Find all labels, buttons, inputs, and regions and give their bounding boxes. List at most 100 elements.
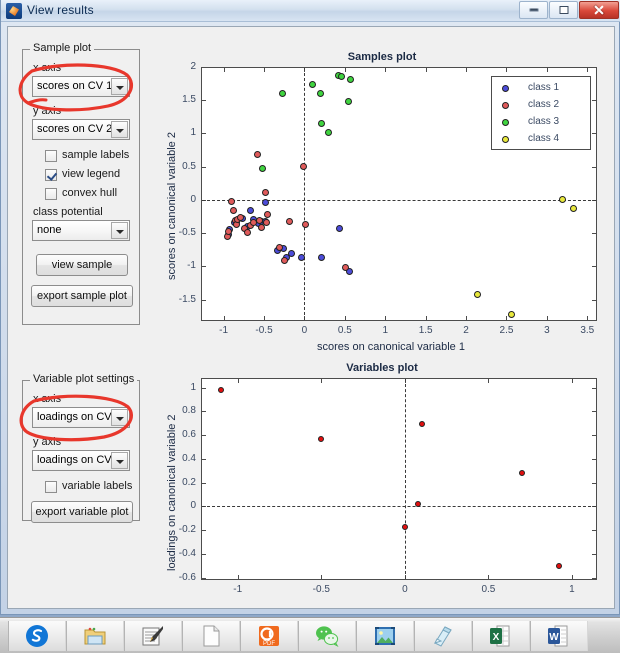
excel-icon: X xyxy=(489,624,513,648)
x-tick-mark xyxy=(237,575,239,580)
x-tick-label: 1.5 xyxy=(418,325,433,336)
chevron-down-icon[interactable] xyxy=(111,222,128,239)
variable-plot-panel: Variable plot settings x axis loadings o… xyxy=(22,373,140,523)
y-tick-mark xyxy=(201,553,206,555)
x-tick-mark-top xyxy=(466,67,468,72)
legend-entry: class 2 xyxy=(492,98,592,112)
vertical-reference-line xyxy=(404,379,406,579)
x-tick-mark xyxy=(385,316,387,321)
legend-marker xyxy=(502,85,509,92)
export-sample-plot-button[interactable]: export sample plot xyxy=(31,285,133,307)
y-tick-mark-right xyxy=(592,266,597,268)
data-point xyxy=(318,435,325,442)
variable-x-axis-select[interactable]: loadings on CV 1 xyxy=(32,407,130,428)
data-point xyxy=(285,217,293,225)
y-tick-mark-right xyxy=(592,411,597,413)
x-tick-label: 0.5 xyxy=(337,325,352,336)
x-tick-mark-top xyxy=(587,67,589,72)
chevron-down-icon[interactable] xyxy=(111,452,128,469)
window-title: View results xyxy=(27,3,94,17)
samples-plot: Samples plot scores on canonical variabl… xyxy=(156,49,608,353)
variable-y-axis-value: loadings on CV 2 xyxy=(37,454,121,466)
x-tick-mark xyxy=(546,316,548,321)
chevron-down-icon[interactable] xyxy=(111,121,128,138)
taskbar-item-word[interactable]: W xyxy=(530,621,588,651)
variable-y-axis-label: y axis xyxy=(33,436,62,448)
variable-y-axis-select[interactable]: loadings on CV 2 xyxy=(32,450,130,471)
data-point xyxy=(259,164,267,172)
x-tick-mark-top xyxy=(237,378,239,383)
variables-plot-area xyxy=(201,378,597,580)
checkbox-convex-hull-text: convex hull xyxy=(62,187,118,199)
taskbar-item-sogou-input[interactable] xyxy=(8,621,66,651)
y-tick-mark-right xyxy=(592,299,597,301)
x-tick-mark-top xyxy=(223,67,225,72)
taskbar-item-blank-document[interactable] xyxy=(182,621,240,651)
y-tick-mark-right xyxy=(592,67,597,68)
legend-label: class 1 xyxy=(528,82,560,93)
y-tick-mark xyxy=(201,133,206,135)
checkbox-variable-labels-text: variable labels xyxy=(62,480,133,492)
y-tick-label: 0 xyxy=(190,500,196,512)
x-tick-mark xyxy=(425,316,427,321)
maximize-button[interactable] xyxy=(549,1,578,19)
taskbar-item-file-explorer[interactable] xyxy=(66,621,124,651)
y-tick-mark xyxy=(201,387,206,389)
data-point xyxy=(227,197,235,205)
y-tick-label: -1.5 xyxy=(178,293,196,305)
taskbar-item-wechat[interactable] xyxy=(298,621,356,651)
class-potential-select[interactable]: none xyxy=(32,220,130,241)
notepad-edit-icon xyxy=(141,624,165,648)
export-variable-plot-button[interactable]: export variable plot xyxy=(31,501,133,523)
y-tick-mark-right xyxy=(592,435,597,437)
sample-y-axis-select[interactable]: scores on CV 2 xyxy=(32,119,130,140)
y-tick-mark-right xyxy=(592,100,597,102)
taskbar-item-excel[interactable]: X xyxy=(472,621,530,651)
y-tick-label: 0.6 xyxy=(182,429,196,441)
chevron-down-icon[interactable] xyxy=(111,78,128,95)
sample-y-axis-value: scores on CV 2 xyxy=(37,123,113,135)
x-tick-mark-top xyxy=(344,67,346,72)
y-tick-label: 0.5 xyxy=(182,160,196,172)
x-tick-label: 1 xyxy=(382,325,389,336)
taskbar-item-notepad-edit[interactable] xyxy=(124,621,182,651)
x-tick-mark xyxy=(488,575,490,580)
checkbox-box[interactable] xyxy=(45,188,57,200)
application-window: View results Sample plot x axis scores o… xyxy=(0,0,620,615)
data-point xyxy=(263,218,271,226)
data-point xyxy=(324,128,332,136)
view-sample-button[interactable]: view sample xyxy=(36,254,128,276)
minimize-button[interactable] xyxy=(519,1,548,19)
taskbar-item-pdf-reader[interactable]: PDF xyxy=(240,621,298,651)
taskbar: PDF X W xyxy=(0,617,620,653)
close-button[interactable] xyxy=(579,1,619,19)
x-tick-mark xyxy=(506,316,508,321)
y-tick-mark xyxy=(201,530,206,532)
y-tick-label: 0.2 xyxy=(182,476,196,488)
y-tick-label: -0.6 xyxy=(178,571,196,583)
y-tick-mark-right xyxy=(592,458,597,460)
checkbox-box[interactable] xyxy=(45,169,57,181)
checkbox-box[interactable] xyxy=(45,481,57,493)
word-icon: W xyxy=(547,624,571,648)
legend-entry: class 1 xyxy=(492,81,592,95)
chevron-down-icon[interactable] xyxy=(111,409,128,426)
y-tick-mark xyxy=(201,166,206,168)
x-tick-label: 0.5 xyxy=(481,584,496,595)
taskbar-item-photo-viewer[interactable] xyxy=(356,621,414,651)
checkbox-sample-labels-text: sample labels xyxy=(62,149,130,161)
y-tick-mark xyxy=(201,435,206,437)
y-tick-label: 0 xyxy=(190,193,196,205)
sample-x-axis-select[interactable]: scores on CV 1 xyxy=(32,76,130,97)
matlab-icon xyxy=(6,3,22,19)
y-tick-mark-right xyxy=(592,387,597,389)
checkbox-box[interactable] xyxy=(45,150,57,162)
sample-x-axis-value: scores on CV 1 xyxy=(37,80,113,92)
taskbar-item-notebook[interactable] xyxy=(414,621,472,651)
data-point xyxy=(316,89,324,97)
x-tick-mark-top xyxy=(488,378,490,383)
x-tick-mark xyxy=(344,316,346,321)
svg-text:X: X xyxy=(493,632,500,643)
photo-viewer-icon xyxy=(373,624,397,648)
pdf-reader-icon: PDF xyxy=(257,624,281,648)
